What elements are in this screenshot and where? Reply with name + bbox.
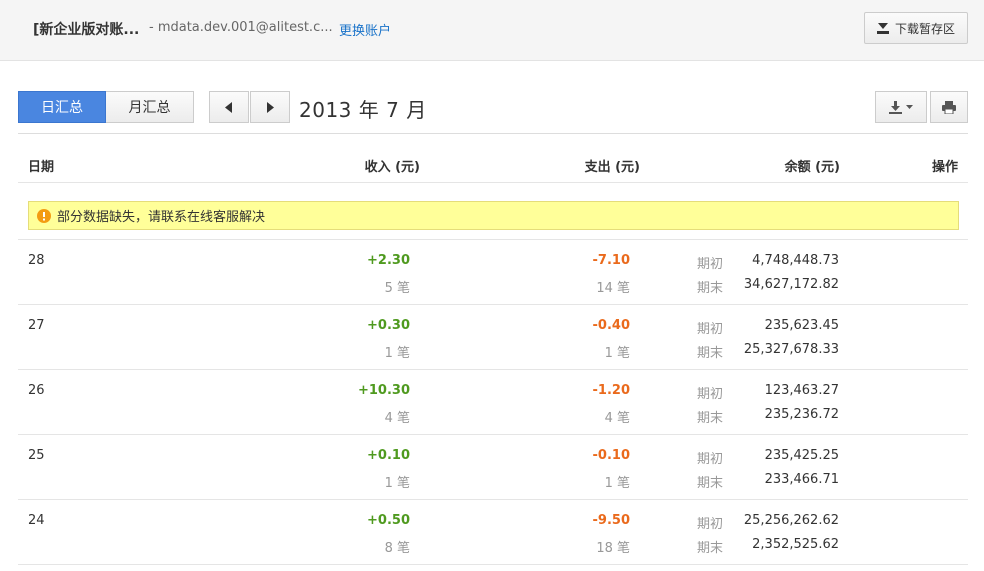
prev-period-button[interactable] [209,91,249,123]
opening-label: 期初 [697,452,724,467]
row-date: 25 [28,448,45,463]
closing-label: 期末 [697,541,724,556]
opening-label: 期初 [697,322,724,337]
column-expense: 支出 (元) [584,160,640,175]
row-income-count: 4 笔 [384,411,410,426]
row-income: +2.30 [367,253,410,268]
warning-icon [37,208,51,223]
closing-balance: 2,352,525.62 [752,537,839,552]
closing-label: 期末 [697,411,724,426]
print-button[interactable] [930,91,968,123]
closing-balance: 233,466.71 [764,472,839,487]
table-row: 25 +0.10 1 笔 -0.10 1 笔 期初 期末 235,425.25 … [18,435,968,500]
export-button[interactable] [875,91,927,123]
row-income: +0.10 [367,448,410,463]
warning-banner: 部分数据缺失，请联系在线客服解决 [28,201,959,230]
row-income: +0.30 [367,318,410,333]
row-date: 28 [28,253,45,268]
row-income-count: 8 笔 [384,541,410,556]
row-expense: -7.10 [592,253,630,268]
row-date: 24 [28,513,45,528]
closing-balance: 25,327,678.33 [743,342,839,357]
next-period-button[interactable] [250,91,290,123]
row-expense-count: 1 笔 [604,476,630,491]
caret-down-icon [906,105,913,109]
column-action: 操作 [931,160,958,175]
opening-balance: 235,425.25 [764,448,839,463]
summary-tabs: 日汇总 月汇总 [18,91,194,123]
row-date: 27 [28,318,45,333]
opening-balance: 123,463.27 [764,383,839,398]
top-bar: [新企业版对账... - mdata.dev.001@alitest.c... … [0,0,984,61]
opening-balance: 25,256,262.62 [743,513,839,528]
closing-label: 期末 [697,346,724,361]
opening-label: 期初 [697,517,724,532]
download-area-button[interactable]: 下载暂存区 [864,12,968,44]
tab-daily-summary[interactable]: 日汇总 [18,91,106,123]
row-expense-count: 4 笔 [604,411,630,426]
closing-label: 期末 [697,476,724,491]
row-expense-count: 18 笔 [596,541,630,556]
table-header: 日期 收入 (元) 支出 (元) 余额 (元) 操作 [18,133,968,183]
table-row: 24 +0.50 8 笔 -9.50 18 笔 期初 期末 25,256,262… [18,500,968,565]
opening-label: 期初 [697,387,724,402]
switch-account-link[interactable]: 更换账户 [339,20,391,39]
row-expense: -0.40 [592,318,630,333]
column-balance: 余额 (元) [784,160,840,175]
account-email: - mdata.dev.001@alitest.c... [149,20,333,35]
column-income: 收入 (元) [364,160,420,175]
table-row: 26 +10.30 4 笔 -1.20 4 笔 期初 期末 123,463.27… [18,370,968,435]
row-income-count: 5 笔 [384,281,410,296]
row-income-count: 1 笔 [384,476,410,491]
opening-label: 期初 [697,257,724,272]
row-income-count: 1 笔 [384,346,410,361]
table-row: 27 +0.30 1 笔 -0.40 1 笔 期初 期末 235,623.45 … [18,305,968,370]
row-income: +0.50 [367,513,410,528]
row-expense-count: 14 笔 [596,281,630,296]
row-expense: -9.50 [592,513,630,528]
table-row: 28 +2.30 5 笔 -7.10 14 笔 期初 期末 4,748,448.… [18,240,968,305]
printer-icon [942,100,956,114]
closing-balance: 235,236.72 [764,407,839,422]
chevron-right-icon [267,101,274,113]
period-label: 2013 年 7 月 [299,98,427,122]
download-icon [889,100,902,114]
download-tray-icon [876,22,889,34]
row-date: 26 [28,383,45,398]
row-expense-count: 1 笔 [604,346,630,361]
daily-summary-table: 日期 收入 (元) 支出 (元) 余额 (元) 操作 部分数据缺失，请联系在线客… [18,133,968,565]
closing-label: 期末 [697,281,724,296]
account-title: [新企业版对账... [33,22,140,38]
download-area-label: 下载暂存区 [894,21,955,36]
row-income: +10.30 [357,383,410,398]
column-date: 日期 [28,160,55,175]
row-expense: -0.10 [592,448,630,463]
row-expense: -1.20 [592,383,630,398]
chevron-left-icon [225,101,232,113]
opening-balance: 4,748,448.73 [752,253,839,268]
warning-text: 部分数据缺失，请联系在线客服解决 [57,210,266,225]
opening-balance: 235,623.45 [764,318,839,333]
closing-balance: 34,627,172.82 [743,277,839,292]
warning-row: 部分数据缺失，请联系在线客服解决 [18,183,968,240]
tab-monthly-summary[interactable]: 月汇总 [106,91,194,123]
